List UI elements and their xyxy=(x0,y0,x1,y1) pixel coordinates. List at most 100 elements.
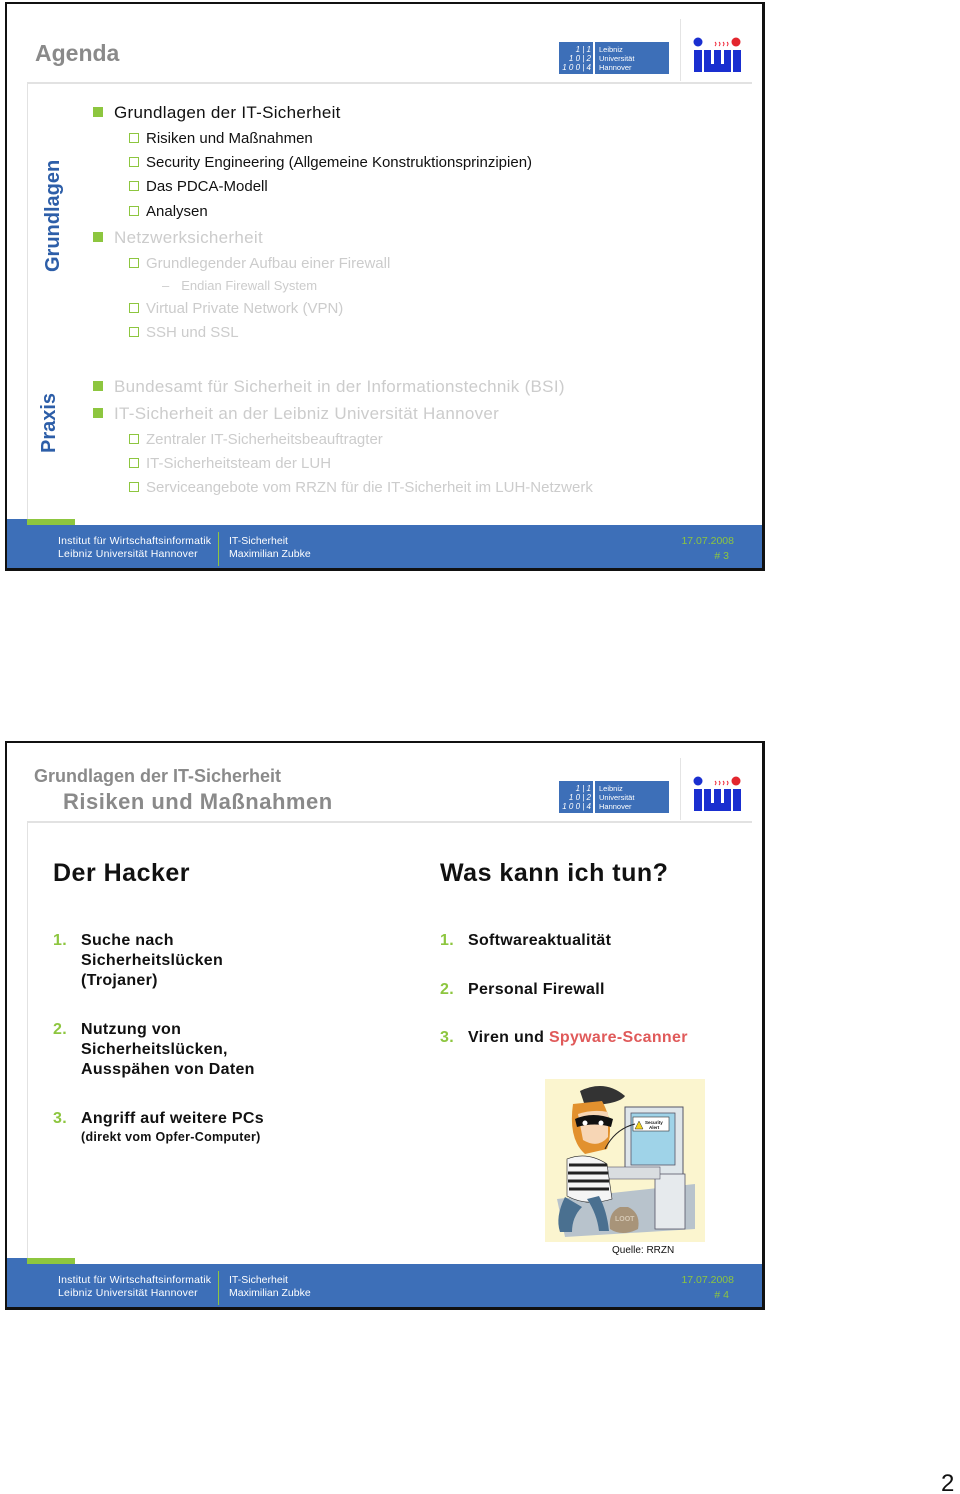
agenda-subitem-text: Virtual Private Network (VPN) xyxy=(146,300,344,317)
content-divider xyxy=(27,83,28,523)
footer-slide-number: # 4 xyxy=(714,1289,729,1301)
luh-logo: 1 | 1 1 0 | 2 1 0 0 | 4 Leibniz Universi… xyxy=(559,42,669,74)
svg-text:Alert: Alert xyxy=(649,1125,660,1130)
step-text-line: Suche nach xyxy=(81,932,174,949)
step-text-line: Nutzung von xyxy=(81,1021,182,1038)
countermeasure: 3. Viren und Spyware-Scanner xyxy=(440,1028,688,1048)
slide-footer: Institut für Wirtschaftsinformatik Leibn… xyxy=(7,1264,762,1307)
footer-date: 17.07.2008 xyxy=(681,1274,734,1286)
agenda-subitem: Virtual Private Network (VPN) xyxy=(129,300,343,317)
step-text-line: Ausspähen von Daten xyxy=(81,1061,255,1078)
footer-university-name: Leibniz Universität Hannover xyxy=(58,548,198,560)
footer-institute-name: Institut für Wirtschaftsinformatik xyxy=(58,1274,212,1286)
slide-risiken: Grundlagen der IT-Sicherheit Risiken und… xyxy=(5,741,765,1310)
step-text-line: Sicherheitslücken, xyxy=(81,1041,228,1058)
agenda-subitem: Serviceangebote vom RRZN für die IT-Sich… xyxy=(129,479,593,496)
slide-agenda: Agenda 1 | 1 1 0 | 2 1 0 0 | 4 Leibniz U… xyxy=(5,2,765,571)
section-label-grundlagen: Grundlagen xyxy=(42,159,64,272)
luh-digit-row: 1 0 0 | 4 xyxy=(562,802,591,811)
document-page-number: 2 xyxy=(941,1470,955,1494)
bullet-box-icon xyxy=(129,458,139,468)
content-divider xyxy=(27,822,28,1262)
footer-divider xyxy=(218,532,219,566)
footer-institute: Institut für Wirtschaftsinformatik Leibn… xyxy=(58,1274,211,1300)
agenda-item-text: Netzwerksicherheit xyxy=(114,228,264,247)
footer-university-name: Leibniz Universität Hannover xyxy=(58,1287,198,1299)
agenda-item-text: IT-Sicherheit an der Leibniz Universität… xyxy=(114,404,500,423)
footer-institute-name: Institut für Wirtschaftsinformatik xyxy=(58,535,212,547)
agenda-subitem: IT-Sicherheitsteam der LUH xyxy=(129,455,331,472)
bullet-box-icon xyxy=(129,258,139,268)
agenda-subitem-text: Grundlegender Aufbau einer Firewall xyxy=(146,255,391,272)
step-text-line: Angriff auf weitere PCs xyxy=(81,1110,264,1127)
agenda-subitem: Security Engineering (Allgemeine Konstru… xyxy=(129,154,532,171)
footer-slide-number: # 3 xyxy=(714,550,729,562)
luh-text-line: Universität xyxy=(599,54,635,63)
iwi-logo xyxy=(693,37,741,72)
measure-text-plain: Viren und xyxy=(468,1029,549,1046)
image-caption: Quelle: RRZN xyxy=(612,1245,675,1256)
footer-topic-name: IT-Sicherheit xyxy=(229,535,288,547)
agenda-subitem-text: Serviceangebote vom RRZN für die IT-Sich… xyxy=(146,479,593,496)
footer-topic: IT-Sicherheit Maximilian Zubke xyxy=(229,535,311,561)
footer-topic: IT-Sicherheit Maximilian Zubke xyxy=(229,1274,311,1300)
footer-topic-name: IT-Sicherheit xyxy=(229,1274,288,1286)
luh-text-line: Hannover xyxy=(599,802,632,811)
hacker-step: 3. Angriff auf weitere PCs (direkt vom O… xyxy=(53,1109,264,1145)
hacker-step: 2. Nutzung von Sicherheitslücken, Ausspä… xyxy=(53,1020,255,1080)
countermeasure: 2. Personal Firewall xyxy=(440,980,605,1000)
agenda-item-text: Bundesamt für Sicherheit in der Informat… xyxy=(114,377,565,396)
bullet-box-icon xyxy=(129,181,139,191)
hacker-illustration: Security Alert LOOT xyxy=(545,1079,705,1242)
bullet-box-icon xyxy=(129,327,139,337)
bullet-box-icon xyxy=(129,157,139,167)
agenda-subitem-text: Das PDCA-Modell xyxy=(146,178,268,195)
agenda-item: IT-Sicherheit an der Leibniz Universität… xyxy=(93,404,499,424)
luh-digit-row: 1 | 1 xyxy=(575,784,591,793)
right-column-heading: Was kann ich tun? xyxy=(440,859,669,887)
bullet-square-icon xyxy=(93,408,103,418)
hacker-step: 1. Suche nach Sicherheitslücken (Trojane… xyxy=(53,931,223,991)
step-number: 1. xyxy=(53,932,67,949)
luh-logo-text: Leibniz Universität Hannover xyxy=(595,781,669,813)
bullet-box-icon xyxy=(129,206,139,216)
dash-icon: – xyxy=(162,278,170,293)
header-divider xyxy=(27,821,752,823)
agenda-subitem: Analysen xyxy=(129,203,208,220)
footer-date: 17.07.2008 xyxy=(681,535,734,547)
iwi-logo xyxy=(693,776,741,811)
agenda-item: Bundesamt für Sicherheit in der Informat… xyxy=(93,377,565,397)
bullet-square-icon xyxy=(93,381,103,391)
slide-title: Risiken und Maßnahmen xyxy=(63,789,333,814)
luh-logo-digits: 1 | 1 1 0 | 2 1 0 0 | 4 xyxy=(559,781,593,813)
agenda-item-text: Grundlagen der IT-Sicherheit xyxy=(114,103,341,122)
step-subtext: (direkt vom Opfer-Computer) xyxy=(81,1130,261,1144)
luh-digit-row: 1 0 0 | 4 xyxy=(562,63,591,72)
agenda-item: Grundlagen der IT-Sicherheit xyxy=(93,103,341,123)
luh-text-line: Hannover xyxy=(599,63,632,72)
agenda-subitem-text: SSH und SSL xyxy=(146,324,239,341)
bullet-square-icon xyxy=(93,232,103,242)
agenda-subitem-text: IT-Sicherheitsteam der LUH xyxy=(146,455,332,472)
slide-footer: Institut für Wirtschaftsinformatik Leibn… xyxy=(7,525,762,568)
luh-logo: 1 | 1 1 0 | 2 1 0 0 | 4 Leibniz Universi… xyxy=(559,781,669,813)
luh-digit-row: 1 0 | 2 xyxy=(568,793,591,802)
countermeasure: 1. Softwareaktualität xyxy=(440,931,611,951)
luh-text-line: Leibniz xyxy=(599,784,623,793)
agenda-subitem: Das PDCA-Modell xyxy=(129,178,268,195)
bullet-box-icon xyxy=(129,133,139,143)
header-divider xyxy=(27,82,752,84)
agenda-subitem-text: Analysen xyxy=(146,203,208,220)
footer-author: Maximilian Zubke xyxy=(229,1287,311,1299)
step-text-line: (Trojaner) xyxy=(81,972,158,989)
measure-text: Personal Firewall xyxy=(468,981,605,998)
step-text-line: Sicherheitslücken xyxy=(81,952,224,969)
left-column-heading: Der Hacker xyxy=(53,859,191,887)
bullet-box-icon xyxy=(129,482,139,492)
agenda-subitem-text: Security Engineering (Allgemeine Konstru… xyxy=(146,154,533,171)
agenda-subitem: Grundlegender Aufbau einer Firewall xyxy=(129,255,390,272)
step-number: 2. xyxy=(53,1021,67,1038)
luh-digit-row: 1 | 1 xyxy=(575,45,591,54)
luh-logo-text: Leibniz Universität Hannover xyxy=(595,42,669,74)
footer-divider xyxy=(218,1271,219,1305)
